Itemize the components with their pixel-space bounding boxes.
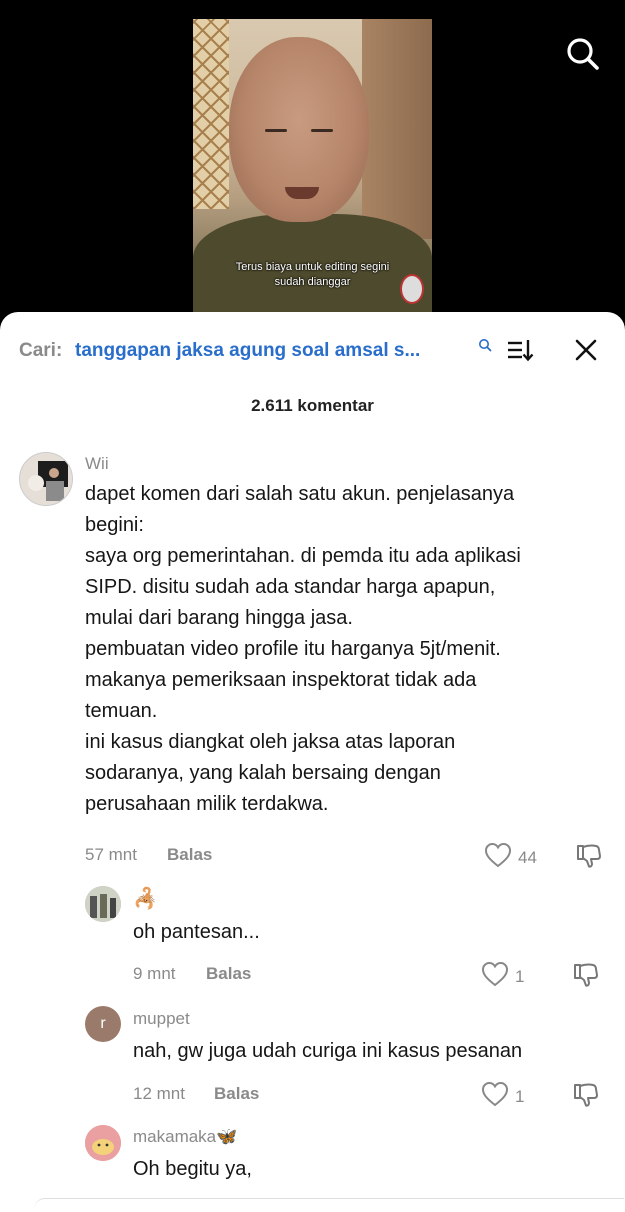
reply-button[interactable]: Balas <box>167 845 212 865</box>
close-icon[interactable] <box>574 338 598 362</box>
reply-button[interactable]: Balas <box>206 964 251 984</box>
like-button[interactable]: 44 <box>484 842 537 873</box>
subtitle-line-2: sudah dianggar <box>274 276 351 288</box>
reply-button[interactable]: Balas <box>214 1084 259 1104</box>
video-player[interactable]: Terus biaya untuk editing segini sudah d… <box>0 0 625 340</box>
dislike-icon[interactable] <box>575 842 603 875</box>
avatar[interactable] <box>19 452 73 506</box>
dislike-icon[interactable] <box>572 961 600 994</box>
comment-username[interactable]: Wii <box>85 454 109 474</box>
dislike-icon[interactable] <box>572 1081 600 1114</box>
search-icon[interactable] <box>478 338 492 352</box>
comment-time: 57 mnt <box>85 845 137 864</box>
reply-username[interactable]: muppet <box>133 1009 190 1029</box>
search-label: Cari: <box>19 340 63 361</box>
reply-username-emoji[interactable]: 🦂 <box>133 886 158 911</box>
person-head <box>229 37 369 222</box>
reply-time: 12 mnt <box>133 1084 185 1103</box>
comment-text: dapet komen dari salah satu akun. penjel… <box>85 483 521 815</box>
background-door <box>362 19 432 239</box>
reply-username[interactable]: makamaka🦋 <box>133 1127 237 1147</box>
search-query-link[interactable]: tanggapan jaksa agung soal amsal s... <box>75 340 420 362</box>
like-button[interactable]: 1 <box>481 961 524 992</box>
reply-text: Oh begitu ya, <box>133 1158 252 1180</box>
comments-count: 2.611 komentar <box>251 396 374 415</box>
video-subtitle: Terus biaya untuk editing segini sudah d… <box>193 260 432 290</box>
search-icon[interactable] <box>563 34 603 74</box>
avatar[interactable]: r <box>85 1006 121 1042</box>
reply-text: nah, gw juga udah curiga ini kasus pesan… <box>133 1040 523 1062</box>
butterfly-emoji: 🦋 <box>216 1127 238 1146</box>
video-frame: Terus biaya untuk editing segini sudah d… <box>193 19 432 319</box>
heart-icon <box>484 842 512 873</box>
reply-username-text: makamaka <box>133 1127 217 1146</box>
avatar[interactable] <box>85 1125 121 1161</box>
like-count: 44 <box>518 847 537 867</box>
comments-header: Cari: tanggapan jaksa agung soal amsal s… <box>0 330 625 370</box>
eye-left <box>265 129 287 132</box>
like-button[interactable]: 1 <box>481 1081 524 1112</box>
avatar-letter: r <box>100 1015 106 1032</box>
subtitle-line-1: Terus biaya untuk editing segini <box>235 261 390 273</box>
reply-time: 9 mnt <box>133 964 176 983</box>
background-lattice <box>193 19 229 209</box>
heart-icon <box>481 1081 509 1112</box>
comments-sheet: Cari: tanggapan jaksa agung soal amsal s… <box>0 312 625 1212</box>
avatar[interactable] <box>85 886 121 922</box>
like-count: 1 <box>515 966 525 986</box>
heart-icon <box>481 961 509 992</box>
reply-text: oh pantesan... <box>133 921 260 943</box>
sort-icon[interactable] <box>506 336 534 364</box>
eye-right <box>311 129 333 132</box>
mouth <box>285 187 319 199</box>
like-count: 1 <box>515 1086 525 1106</box>
